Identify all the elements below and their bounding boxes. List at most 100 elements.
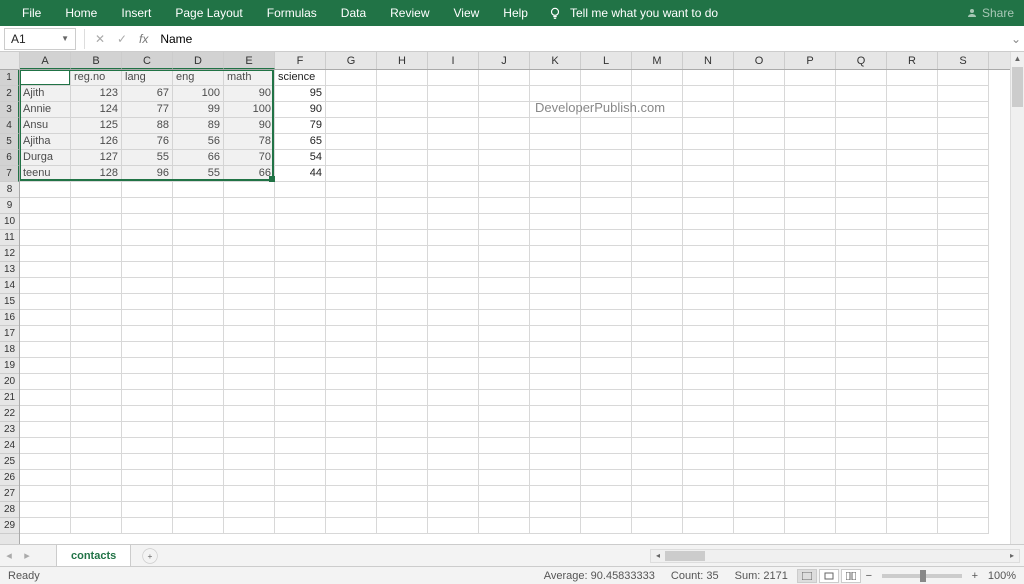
cell-H29[interactable] (377, 518, 428, 534)
cell-M6[interactable] (632, 150, 683, 166)
view-normal-button[interactable] (797, 569, 817, 583)
cell-O6[interactable] (734, 150, 785, 166)
cell-O12[interactable] (734, 246, 785, 262)
cell-E26[interactable] (224, 470, 275, 486)
row-header-25[interactable]: 25 (0, 454, 19, 470)
vscroll-thumb[interactable] (1012, 67, 1023, 107)
cell-M20[interactable] (632, 374, 683, 390)
cell-S20[interactable] (938, 374, 989, 390)
cell-K5[interactable] (530, 134, 581, 150)
cell-E18[interactable] (224, 342, 275, 358)
cell-Q17[interactable] (836, 326, 887, 342)
cell-N7[interactable] (683, 166, 734, 182)
col-header-I[interactable]: I (428, 52, 479, 69)
row-header-27[interactable]: 27 (0, 486, 19, 502)
cell-N8[interactable] (683, 182, 734, 198)
cell-L3[interactable] (581, 102, 632, 118)
cell-H21[interactable] (377, 390, 428, 406)
cell-F11[interactable] (275, 230, 326, 246)
cell-S3[interactable] (938, 102, 989, 118)
cell-M21[interactable] (632, 390, 683, 406)
cell-C9[interactable] (122, 198, 173, 214)
cell-D14[interactable] (173, 278, 224, 294)
tab-page-layout[interactable]: Page Layout (163, 0, 254, 26)
cell-N5[interactable] (683, 134, 734, 150)
cell-O4[interactable] (734, 118, 785, 134)
cell-D8[interactable] (173, 182, 224, 198)
cell-M2[interactable] (632, 86, 683, 102)
cell-P7[interactable] (785, 166, 836, 182)
accept-formula-button[interactable]: ✓ (111, 28, 133, 50)
cell-F5[interactable]: 65 (275, 134, 326, 150)
cell-B17[interactable] (71, 326, 122, 342)
cell-F8[interactable] (275, 182, 326, 198)
cell-G28[interactable] (326, 502, 377, 518)
zoom-in-button[interactable]: + (968, 570, 982, 582)
cell-S21[interactable] (938, 390, 989, 406)
cell-F23[interactable] (275, 422, 326, 438)
cell-S8[interactable] (938, 182, 989, 198)
col-header-C[interactable]: C (122, 52, 173, 69)
cell-L19[interactable] (581, 358, 632, 374)
cell-Q1[interactable] (836, 70, 887, 86)
cell-B22[interactable] (71, 406, 122, 422)
cell-E9[interactable] (224, 198, 275, 214)
cell-N19[interactable] (683, 358, 734, 374)
cell-C11[interactable] (122, 230, 173, 246)
cell-K3[interactable] (530, 102, 581, 118)
cell-E4[interactable]: 90 (224, 118, 275, 134)
cell-A17[interactable] (20, 326, 71, 342)
cell-B4[interactable]: 125 (71, 118, 122, 134)
cell-L8[interactable] (581, 182, 632, 198)
cell-J12[interactable] (479, 246, 530, 262)
cell-O3[interactable] (734, 102, 785, 118)
cell-D20[interactable] (173, 374, 224, 390)
cell-K28[interactable] (530, 502, 581, 518)
cell-N22[interactable] (683, 406, 734, 422)
cell-E16[interactable] (224, 310, 275, 326)
cell-G21[interactable] (326, 390, 377, 406)
cell-A25[interactable] (20, 454, 71, 470)
cell-Q13[interactable] (836, 262, 887, 278)
cell-N26[interactable] (683, 470, 734, 486)
cell-C6[interactable]: 55 (122, 150, 173, 166)
cell-M17[interactable] (632, 326, 683, 342)
cell-A24[interactable] (20, 438, 71, 454)
cell-I2[interactable] (428, 86, 479, 102)
cell-P10[interactable] (785, 214, 836, 230)
cell-C26[interactable] (122, 470, 173, 486)
cell-O18[interactable] (734, 342, 785, 358)
cell-K27[interactable] (530, 486, 581, 502)
sheet-nav-prev[interactable]: ◂ (0, 549, 18, 562)
cell-C24[interactable] (122, 438, 173, 454)
cell-P25[interactable] (785, 454, 836, 470)
cell-F28[interactable] (275, 502, 326, 518)
row-header-23[interactable]: 23 (0, 422, 19, 438)
cell-I3[interactable] (428, 102, 479, 118)
cell-L27[interactable] (581, 486, 632, 502)
cell-J5[interactable] (479, 134, 530, 150)
cell-I10[interactable] (428, 214, 479, 230)
cell-J29[interactable] (479, 518, 530, 534)
col-header-M[interactable]: M (632, 52, 683, 69)
cell-F15[interactable] (275, 294, 326, 310)
cell-Q26[interactable] (836, 470, 887, 486)
cell-R10[interactable] (887, 214, 938, 230)
cell-C28[interactable] (122, 502, 173, 518)
cell-S23[interactable] (938, 422, 989, 438)
cell-Q20[interactable] (836, 374, 887, 390)
cell-R21[interactable] (887, 390, 938, 406)
cell-P14[interactable] (785, 278, 836, 294)
cell-G4[interactable] (326, 118, 377, 134)
cell-L11[interactable] (581, 230, 632, 246)
cell-M14[interactable] (632, 278, 683, 294)
cell-C1[interactable]: lang (122, 70, 173, 86)
cell-N21[interactable] (683, 390, 734, 406)
cell-B29[interactable] (71, 518, 122, 534)
cell-E7[interactable]: 66 (224, 166, 275, 182)
add-sheet-button[interactable]: + (143, 548, 158, 563)
cell-L15[interactable] (581, 294, 632, 310)
cell-D23[interactable] (173, 422, 224, 438)
cell-P12[interactable] (785, 246, 836, 262)
cell-M26[interactable] (632, 470, 683, 486)
